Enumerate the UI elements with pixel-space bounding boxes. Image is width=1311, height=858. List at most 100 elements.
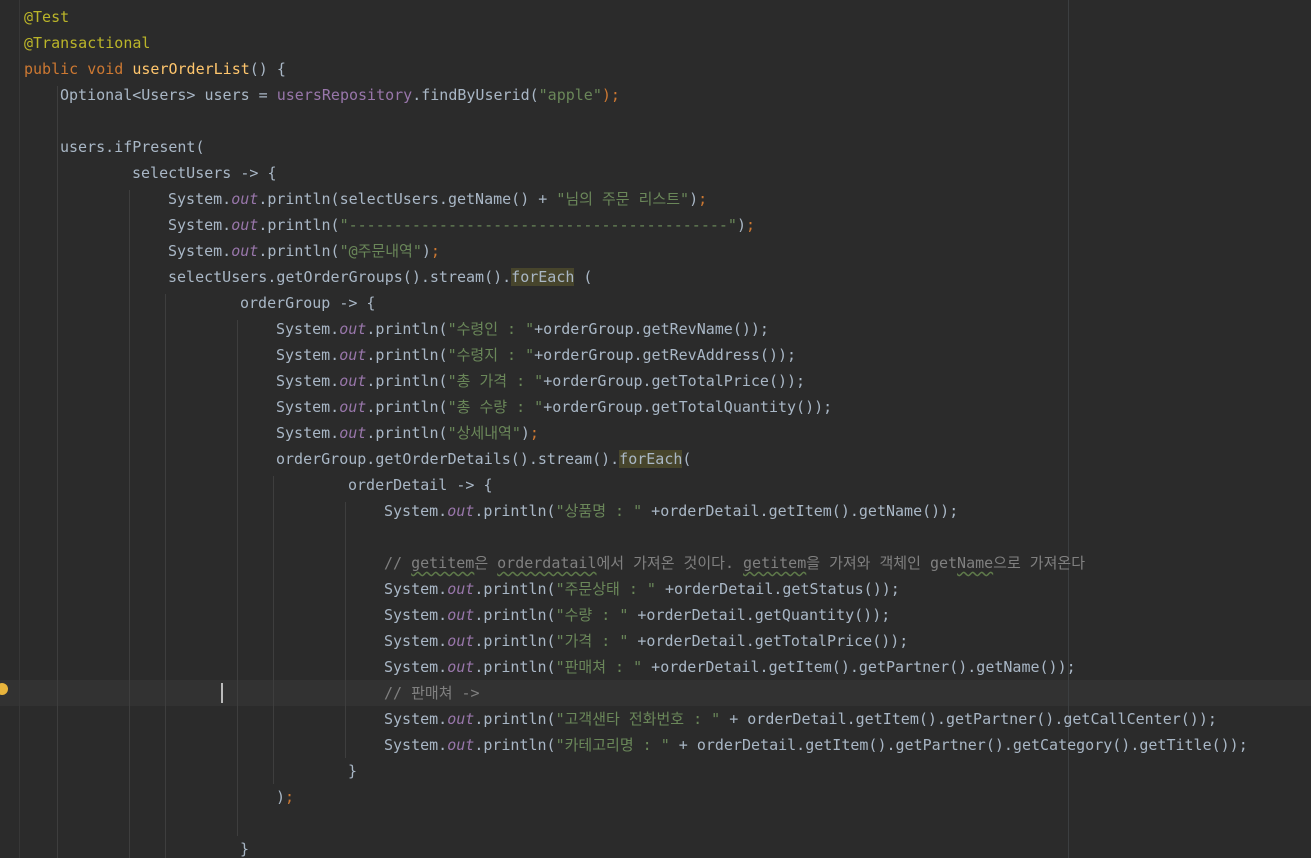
keyword: void	[87, 60, 124, 78]
code-text: ;	[430, 242, 440, 260]
code-line[interactable]: );	[276, 784, 294, 810]
static-field: out	[339, 424, 367, 442]
code-line[interactable]: System.out.println("상품명 : " +orderDetail…	[384, 498, 958, 524]
code-line[interactable]: System.out.println("총 가격 : "+orderGroup.…	[276, 368, 805, 394]
static-field: out	[447, 736, 475, 754]
indent-guide	[345, 502, 346, 758]
string-literal: "고객샌타 전화번호 : "	[555, 710, 721, 728]
code-text: );	[601, 86, 620, 104]
code-text: .println(	[366, 372, 448, 390]
code-line[interactable]: @Transactional	[24, 30, 150, 56]
code-line[interactable]: selectUsers -> {	[132, 160, 277, 186]
code-comment[interactable]: // getitem은 orderdatail에서 가져온 것이다. getit…	[384, 550, 1085, 576]
code-text: .println(	[258, 242, 340, 260]
typo-word: getitem	[411, 554, 475, 572]
code-line[interactable]: System.out.println(selectUsers.getName()…	[168, 186, 707, 212]
string-literal: "주문상태 : "	[555, 580, 656, 598]
code-text: .println(	[258, 216, 340, 234]
code-text: ;	[745, 216, 756, 234]
code-line[interactable]: Optional<Users> users = usersRepository.…	[60, 82, 620, 108]
code-text: System.	[276, 346, 340, 364]
code-text: +orderGroup.getTotalQuantity());	[543, 398, 833, 416]
code-line[interactable]: }	[348, 758, 357, 784]
code-text: }	[240, 840, 250, 858]
code-line[interactable]: orderGroup.getOrderDetails().stream().fo…	[276, 446, 691, 472]
code-comment[interactable]: // 판매쳐 ->	[384, 680, 480, 706]
code-text: System.	[276, 320, 340, 338]
code-line[interactable]: users.ifPresent(	[60, 134, 205, 160]
code-text: orderDetail -> {	[348, 476, 493, 494]
code-text: ;	[285, 788, 295, 806]
code-text: System.	[168, 216, 232, 234]
string-literal: "수령지 : "	[447, 346, 535, 364]
code-text: users.ifPresent(	[60, 138, 205, 156]
code-text: .println(	[366, 398, 448, 416]
code-text: .println(	[474, 606, 556, 624]
code-text: System.	[384, 580, 448, 598]
static-field: out	[231, 190, 259, 208]
code-text: System.	[384, 658, 448, 676]
code-text: ;	[698, 190, 708, 208]
comment-text: // 판매쳐 ->	[384, 684, 480, 702]
string-literal: "수령인 : "	[447, 320, 535, 338]
code-text: .println(	[474, 658, 556, 676]
indent-guide	[165, 294, 166, 858]
code-line[interactable]: System.out.println("수령지 : "+orderGroup.g…	[276, 342, 796, 368]
code-line[interactable]: System.out.println("수령인 : "+orderGroup.g…	[276, 316, 769, 342]
string-literal: "총 가격 : "	[447, 372, 544, 390]
code-editor[interactable]: @Test @Transactional public void userOrd…	[0, 0, 1311, 858]
code-text: System.	[384, 736, 448, 754]
static-field: out	[339, 320, 367, 338]
code-text: System.	[276, 372, 340, 390]
code-line[interactable]: System.out.println("총 수량 : "+orderGroup.…	[276, 394, 832, 420]
gutter-separator	[19, 0, 20, 858]
code-line[interactable]: @Test	[24, 4, 69, 30]
code-line[interactable]: System.out.println("수량 : " +orderDetail.…	[384, 602, 890, 628]
code-text: .println(	[366, 424, 448, 442]
static-field: out	[447, 580, 475, 598]
code-text: System.	[168, 242, 232, 260]
code-text: + orderDetail.getItem().getPartner().get…	[720, 710, 1217, 728]
code-line[interactable]: System.out.println("상세내역");	[276, 420, 539, 446]
code-text: +orderGroup.getRevName());	[534, 320, 769, 338]
code-text: orderGroup.getOrderDetails().stream().	[276, 450, 620, 468]
code-text: System.	[384, 502, 448, 520]
comment-text: 을 가져와 객체인 get	[806, 554, 958, 572]
code-line[interactable]: System.out.println("판매쳐 : " +orderDetail…	[384, 654, 1076, 680]
code-text: () {	[249, 60, 286, 78]
code-line[interactable]: System.out.println("--------------------…	[168, 212, 755, 238]
static-field: out	[447, 658, 475, 676]
code-line[interactable]: orderGroup -> {	[240, 290, 375, 316]
static-field: out	[339, 398, 367, 416]
annotation: @Transactional	[24, 34, 151, 52]
code-line[interactable]: }	[240, 836, 249, 858]
code-line[interactable]: System.out.println("@주문내역");	[168, 238, 440, 264]
string-literal: "님의 주문 리스트"	[556, 190, 690, 208]
code-text: + orderDetail.getItem().getPartner().get…	[669, 736, 1248, 754]
code-text: +orderDetail.getItem().getName());	[642, 502, 959, 520]
comment-text: 으로 가져온다	[993, 554, 1086, 572]
code-text: .println(	[474, 632, 556, 650]
code-line[interactable]: System.out.println("가격 : " +orderDetail.…	[384, 628, 908, 654]
code-line[interactable]: orderDetail -> {	[348, 472, 493, 498]
code-text: ;	[529, 424, 539, 442]
static-field: out	[231, 216, 259, 234]
highlighted-usage: forEach	[619, 450, 683, 468]
code-text: selectUsers -> {	[132, 164, 277, 182]
code-text: System.	[276, 424, 340, 442]
keyword: public	[24, 60, 79, 78]
code-line[interactable]: System.out.println("주문상태 : " +orderDetai…	[384, 576, 900, 602]
code-text: +orderGroup.getTotalPrice());	[543, 372, 806, 390]
code-line[interactable]: System.out.println("카테고리명 : " + orderDet…	[384, 732, 1248, 758]
string-literal: "총 수량 : "	[447, 398, 544, 416]
code-text: (	[574, 268, 593, 286]
code-line[interactable]: public void userOrderList() {	[24, 56, 286, 82]
code-text: System.	[168, 190, 232, 208]
typo-word: Name	[957, 554, 994, 572]
code-line[interactable]: System.out.println("고객샌타 전화번호 : " + orde…	[384, 706, 1217, 732]
comment-text: 은	[474, 554, 498, 572]
string-literal: "apple"	[538, 86, 602, 104]
string-literal: "상세내역"	[447, 424, 521, 442]
static-field: out	[447, 710, 475, 728]
code-line[interactable]: selectUsers.getOrderGroups().stream().fo…	[168, 264, 592, 290]
